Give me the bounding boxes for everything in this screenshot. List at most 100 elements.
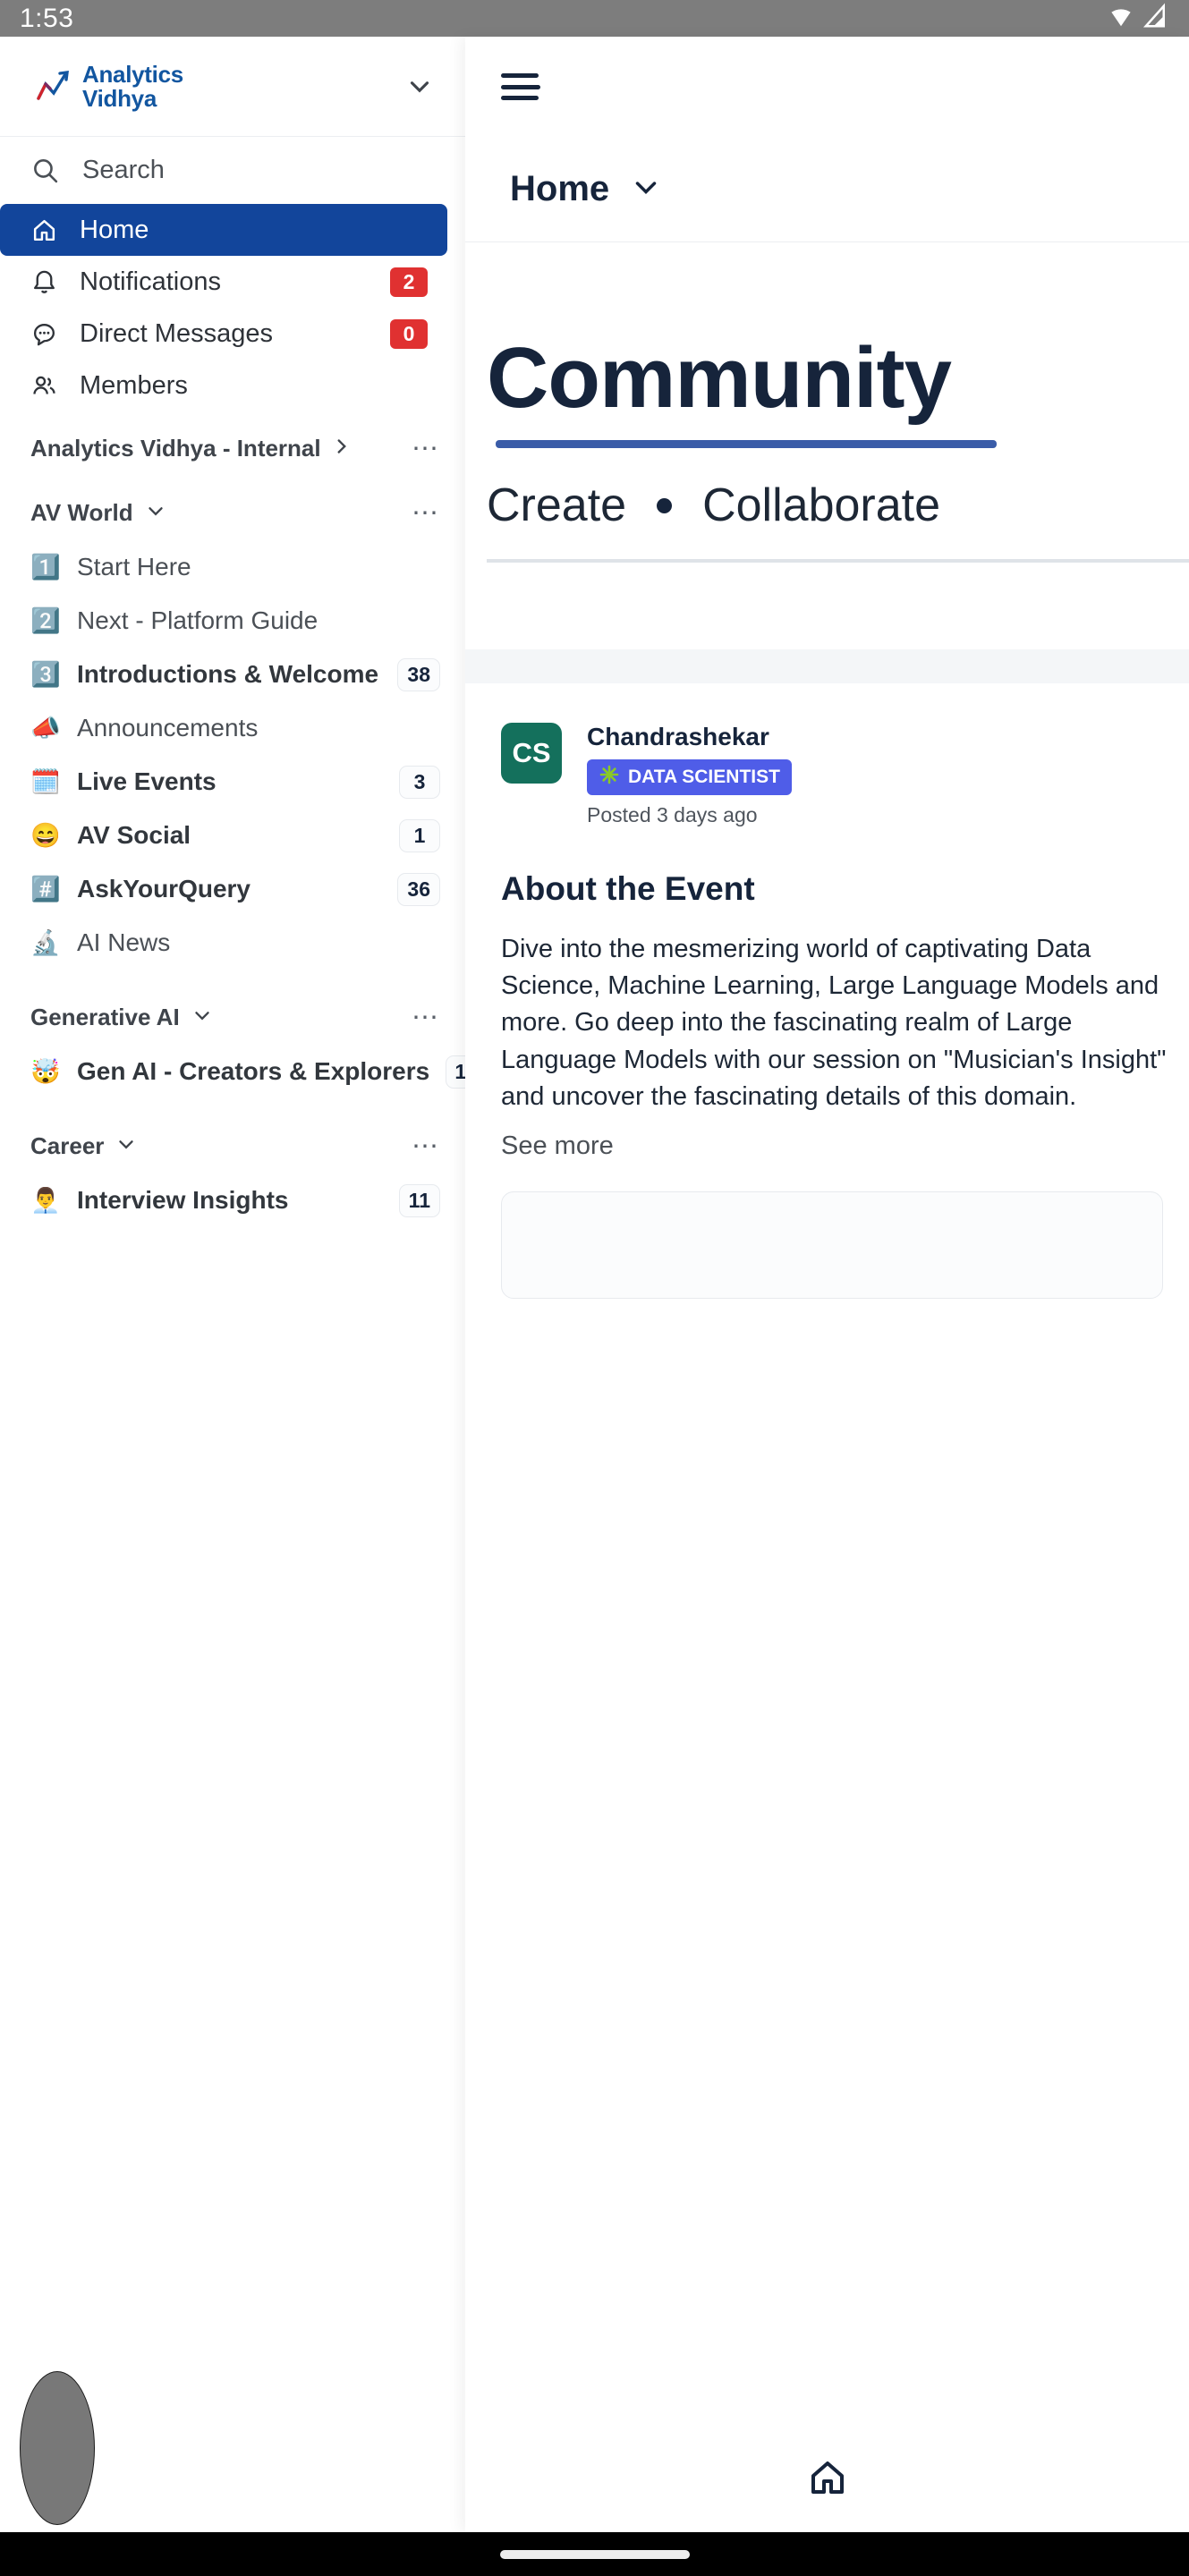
sidebar-item-label: Home [80,215,149,244]
channel-label: Gen AI - Creators & Explorers [77,1057,430,1085]
channel-emoji-icon: 😄 [30,821,61,849]
channel-label: Live Events [77,767,217,795]
channel-label: AI News [77,928,171,956]
list-item[interactable]: 📣 Announcements [0,701,465,755]
group-name: Career [30,1131,105,1159]
users-icon [30,372,58,400]
group-name: Generative AI [30,1003,180,1030]
gesture-pill[interactable] [499,2549,690,2559]
home-icon [30,216,58,244]
sidebar-item-label: Members [80,370,188,400]
group-header-career[interactable]: Career ⋯ [0,1118,465,1174]
group-name: AV World [30,498,133,526]
list-item[interactable]: 3️⃣ Introductions & Welcome 38 [0,648,465,701]
hero-subtitle: Create Collaborate [487,479,1189,532]
sidebar-item-notifications[interactable]: Notifications 2 [0,256,447,308]
floating-drag-handle[interactable] [20,2371,95,2525]
list-item[interactable]: 🗓️ Live Events 3 [0,755,465,809]
logo-line-1: Analytics [82,60,183,88]
sparkle-icon [599,764,620,791]
channel-label: Interview Insights [77,1186,289,1214]
list-item[interactable]: 2️⃣ Next - Platform Guide [0,594,465,648]
channel-emoji-icon: 3️⃣ [30,660,61,688]
hamburger-menu-icon[interactable] [501,73,540,100]
search-input[interactable]: Search [0,137,465,204]
more-horizontal-icon[interactable]: ⋯ [412,1002,440,1033]
chevron-down-icon[interactable] [191,1004,214,1031]
bullet-dot-icon [657,497,673,513]
channel-emoji-icon: 2️⃣ [30,606,61,634]
analytics-vidhya-logo[interactable]: Analytics Vidhya [36,63,183,110]
main-split: Analytics Vidhya Search Home Notificatio… [0,37,1189,2532]
content-topbar [465,37,1189,137]
divider [487,559,1189,563]
channel-label: Next - Platform Guide [77,606,318,634]
logo-text: Analytics Vidhya [82,63,183,110]
status-icons [1108,3,1169,34]
post-attachment-card[interactable] [501,1191,1163,1299]
workspace-row[interactable]: Analytics Vidhya - Internal ⋯ [0,411,465,485]
more-horizontal-icon[interactable]: ⋯ [412,497,440,529]
page-title: Home [510,169,610,208]
chevron-down-icon[interactable] [115,1132,138,1160]
wifi-icon [1108,3,1134,34]
hero-subtitle-part: Collaborate [702,479,941,531]
channel-label: Announcements [77,714,259,741]
channel-emoji-icon: #️⃣ [30,875,61,902]
unread-badge: 18 [446,1055,465,1089]
direct-messages-badge: 0 [390,318,428,349]
post-card: CS Chandrashekar DATA SCIENTIST Posted 3… [465,683,1189,1299]
post-meta: Chandrashekar DATA SCIENTIST Posted 3 da… [587,723,792,827]
status-badge-label: DATA SCIENTIST [628,767,780,787]
sidebar-item-direct-messages[interactable]: Direct Messages 0 [0,308,447,360]
list-item[interactable]: 👨‍💼 Interview Insights 11 [0,1174,465,1227]
chevron-down-icon[interactable] [629,170,663,208]
sidebar: Analytics Vidhya Search Home Notificatio… [0,37,465,2532]
more-horizontal-icon[interactable]: ⋯ [412,1131,440,1162]
list-item[interactable]: 🤯 Gen AI - Creators & Explorers 18 [0,1045,465,1098]
bell-icon [30,268,58,296]
chat-bubble-icon [30,320,58,348]
post-body: Dive into the mesmerizing world of capti… [501,935,1167,1111]
status-badge: DATA SCIENTIST [587,759,792,795]
bottom-nav-item-home[interactable] [806,2456,849,2504]
channel-emoji-icon: 🗓️ [30,767,61,795]
list-item[interactable]: 1️⃣ Start Here [0,540,465,594]
chevron-right-icon[interactable] [330,435,353,462]
hero-heading: Community [487,330,952,426]
channel-emoji-icon: 🤯 [30,1057,61,1085]
android-gesture-bar [0,2532,1189,2576]
status-bar: 1:53 [0,0,1189,37]
channel-label: Start Here [77,553,191,580]
channel-emoji-icon: 👨‍💼 [30,1186,61,1214]
logo-arrow-icon [37,70,69,100]
more-horizontal-icon[interactable]: ⋯ [412,433,440,464]
channel-label: AV Social [77,821,191,849]
unread-badge: 1 [399,818,440,852]
channel-label: AskYourQuery [77,875,251,902]
see-more-link[interactable]: See more [501,1131,1189,1161]
page-title-row: Home [465,137,1189,242]
group-header-generative-ai[interactable]: Generative AI ⋯ [0,989,465,1045]
workspace-switcher-caret[interactable] [404,72,465,102]
notifications-badge: 2 [390,267,428,297]
channel-emoji-icon: 1️⃣ [30,553,61,580]
app-root: 1:53 Analytics Vidhya Search Home Notifi… [0,0,1189,2576]
logo-line-2: Vidhya [82,84,157,112]
list-item[interactable]: 🔬 AI News [0,916,465,970]
sidebar-item-members[interactable]: Members [0,360,447,411]
channel-emoji-icon: 🔬 [30,928,61,956]
search-placeholder: Search [82,156,165,184]
sidebar-item-label: Direct Messages [80,318,273,348]
sidebar-header: Analytics Vidhya [0,37,465,137]
hero-subtitle-part: Create [487,479,627,531]
post-author[interactable]: Chandrashekar [587,723,792,751]
chevron-down-icon[interactable] [144,499,167,527]
list-item[interactable]: 😄 AV Social 1 [0,809,465,862]
post-title: About the Event [501,870,755,907]
avatar[interactable]: CS [501,723,562,784]
list-item[interactable]: #️⃣ AskYourQuery 36 [0,862,465,916]
group-header-av-world[interactable]: AV World ⋯ [0,485,465,540]
sidebar-item-home[interactable]: Home [0,204,447,256]
post-timestamp: Posted 3 days ago [587,803,758,826]
